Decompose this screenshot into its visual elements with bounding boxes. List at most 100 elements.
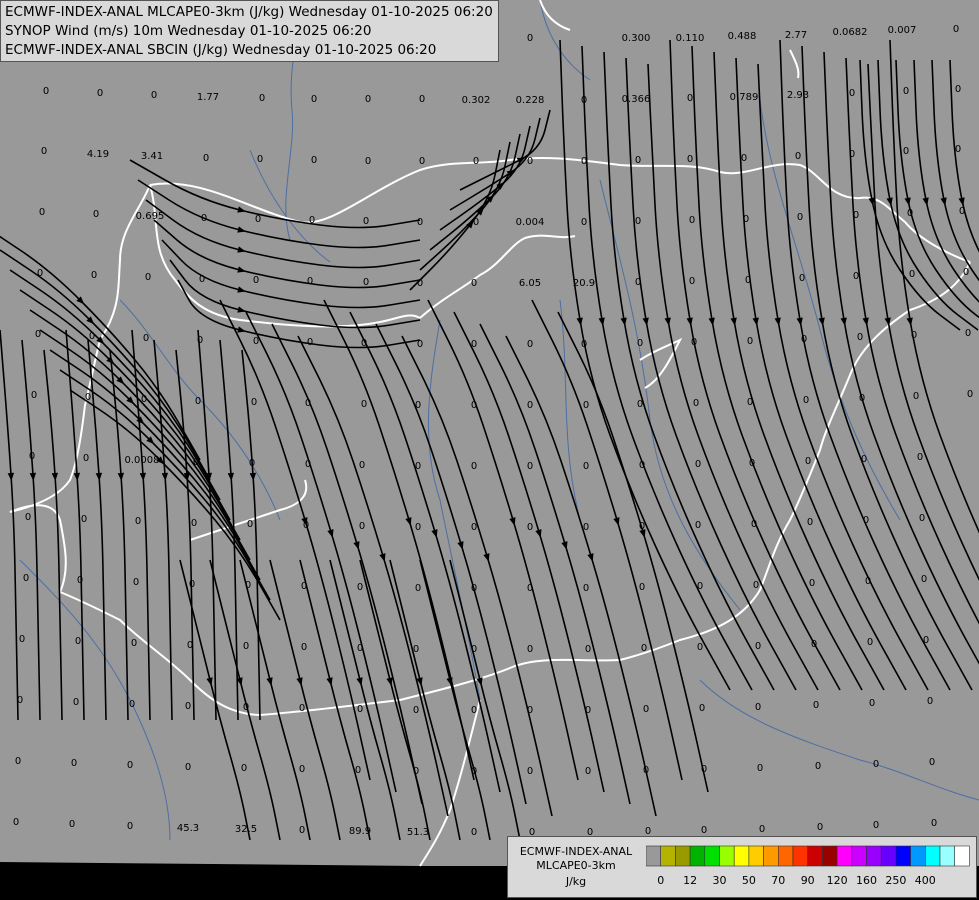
mlcape-value: 0 [755, 702, 761, 713]
mlcape-value: 0 [689, 276, 695, 287]
legend-swatch [939, 845, 955, 867]
mlcape-value: 0 [415, 583, 421, 594]
legend-swatch [895, 845, 911, 867]
mlcape-value: 0 [133, 577, 139, 588]
mlcape-value: 0 [753, 580, 759, 591]
mlcape-value: 0 [85, 392, 91, 403]
mlcape-value: 0 [73, 697, 79, 708]
mlcape-value: 0 [903, 86, 909, 97]
mlcape-value: 0 [527, 644, 533, 655]
mlcape-value: 0 [863, 515, 869, 526]
mlcape-value: 0 [253, 275, 259, 286]
mlcape-value: 0 [701, 764, 707, 775]
legend-tick-label: 12 [683, 874, 698, 887]
mlcape-value: 0 [471, 583, 477, 594]
mlcape-value: 0 [741, 153, 747, 164]
mlcape-value: 0 [643, 765, 649, 776]
mlcape-value: 0.366 [622, 94, 651, 105]
legend-swatch [748, 845, 764, 867]
mlcape-value: 0 [959, 206, 965, 217]
mlcape-value: 0 [857, 332, 863, 343]
legend-swatch [778, 845, 794, 867]
mlcape-value: 0 [245, 580, 251, 591]
mlcape-value: 0.0008 [125, 455, 160, 466]
mlcape-value: 0 [929, 757, 935, 768]
mlcape-value: 0 [127, 821, 133, 832]
color-legend: ECMWF-INDEX-ANAL MLCAPE0-3km J/kg 0 12 30 5… [507, 836, 977, 898]
mlcape-value: 0 [255, 214, 261, 225]
mlcape-value: 0 [23, 573, 29, 584]
mlcape-value: 0 [247, 519, 253, 530]
mlcape-value: 0 [527, 766, 533, 777]
mlcape-value: 0 [311, 94, 317, 105]
legend-tick-label: 90 [800, 874, 815, 887]
mlcape-value: 0 [299, 703, 305, 714]
mlcape-value: 0 [145, 272, 151, 283]
mlcape-value: 0 [253, 336, 259, 347]
mlcape-value: 0 [817, 822, 823, 833]
mlcape-value: 0 [41, 146, 47, 157]
mlcape-value: 0 [191, 518, 197, 529]
mlcape-value: 2.77 [785, 30, 807, 41]
mlcape-value: 0 [963, 267, 969, 278]
mlcape-value: 0.302 [462, 95, 491, 106]
mlcape-value: 0 [357, 643, 363, 654]
mlcape-value: 0 [689, 215, 695, 226]
mlcape-value: 0 [417, 217, 423, 228]
mlcape-value: 0 [83, 453, 89, 464]
mlcape-value: 0 [687, 93, 693, 104]
legend-swatch [880, 845, 897, 867]
mlcape-value: 0 [13, 817, 19, 828]
mlcape-value: 0 [357, 704, 363, 715]
mlcape-value: 0 [581, 156, 587, 167]
mlcape-value: 0 [301, 642, 307, 653]
mlcape-value: 0 [15, 756, 21, 767]
mlcape-value: 0 [815, 761, 821, 772]
mlcape-value: 0 [249, 458, 255, 469]
mlcape-value: 0 [471, 705, 477, 716]
mlcape-value: 0 [869, 698, 875, 709]
mlcape-value: 0 [359, 460, 365, 471]
mlcape-value: 0.228 [516, 95, 545, 106]
legend-swatch [851, 845, 867, 867]
mlcape-value: 0 [299, 764, 305, 775]
legend-tick-label: 160 [856, 874, 877, 887]
mlcape-value: 0.110 [676, 33, 705, 44]
mlcape-value: 0 [471, 400, 477, 411]
mlcape-value: 0 [25, 512, 31, 523]
mlcape-value: 0 [919, 513, 925, 524]
mlcape-value: 0 [189, 579, 195, 590]
mlcape-value: 0 [199, 274, 205, 285]
mlcape-value: 0 [927, 696, 933, 707]
mlcape-value: 0 [19, 634, 25, 645]
mlcape-value: 0 [921, 574, 927, 585]
mlcape-value: 0 [527, 33, 533, 44]
mlcape-value: 0 [639, 460, 645, 471]
mlcape-value: 0 [637, 399, 643, 410]
mlcape-value: 0 [873, 759, 879, 770]
legend-source: ECMWF-INDEX-ANAL [519, 845, 633, 858]
mlcape-value: 0 [413, 644, 419, 655]
mlcape-value: 0 [799, 273, 805, 284]
mlcape-value: 0 [643, 704, 649, 715]
mlcape-value: 0 [473, 156, 479, 167]
legend-tick-label: 70 [771, 874, 786, 887]
mlcape-value: 0 [909, 269, 915, 280]
mlcape-value: 0 [185, 701, 191, 712]
legend-swatch [646, 845, 661, 867]
map-title-box: ECMWF-INDEX-ANAL MLCAPE0-3km (J/kg) Wedn… [0, 0, 499, 62]
mlcape-value: 0 [129, 699, 135, 710]
mlcape-value: 0 [307, 337, 313, 348]
legend-swatch [689, 845, 706, 867]
title-sbcin: ECMWF-INDEX-ANAL SBCIN (J/kg) Wednesday … [5, 42, 437, 58]
legend-swatch [924, 845, 941, 867]
mlcape-value: 0 [527, 583, 533, 594]
mlcape-value: 0 [355, 765, 361, 776]
mlcape-value: 0 [953, 24, 959, 35]
mlcape-value: 0 [795, 151, 801, 162]
mlcape-value: 0 [29, 451, 35, 462]
mlcape-value: 0 [923, 635, 929, 646]
mlcape-value: 0 [419, 156, 425, 167]
mlcape-value: 0 [581, 217, 587, 228]
mlcape-value: 0.488 [728, 31, 757, 42]
